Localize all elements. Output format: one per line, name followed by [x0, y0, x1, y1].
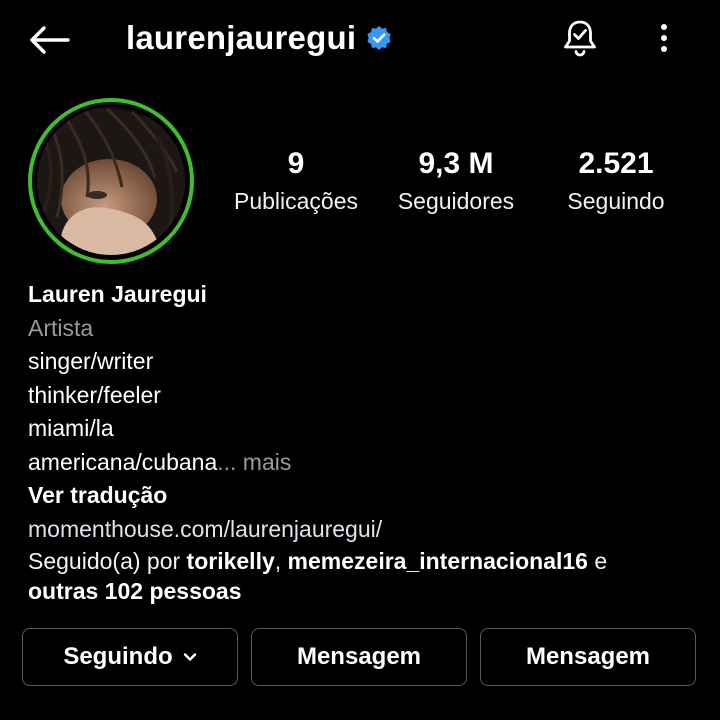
stat-posts[interactable]: 9 Publicações — [226, 146, 366, 216]
profile-avatar[interactable] — [28, 98, 194, 264]
follower-username[interactable]: memezeira_internacional16 — [288, 548, 588, 574]
more-options-button[interactable] — [644, 18, 684, 58]
stat-following[interactable]: 2.521 Seguindo — [556, 146, 676, 216]
message-button-label: Mensagem — [296, 643, 422, 670]
following-count: 2.521 — [578, 147, 654, 180]
notifications-button[interactable] — [558, 16, 602, 60]
verified-badge-icon — [366, 25, 392, 51]
bio-more-link[interactable]: ... mais — [217, 449, 291, 475]
followers-count: 9,3 M — [418, 147, 494, 180]
profile-category: Artista — [28, 314, 94, 341]
arrow-left-icon — [30, 26, 70, 54]
website-link[interactable]: momenthouse.com/laurenjauregui/ — [28, 513, 698, 547]
message-button[interactable]: Mensagem — [251, 628, 467, 686]
message-button-label: Mensagem — [525, 643, 651, 670]
bio-line-text: americana/cubana — [28, 448, 218, 475]
see-translation-link[interactable]: Ver tradução — [28, 479, 698, 513]
bio-line-last: americana/cubana... mais — [28, 446, 698, 480]
stat-followers[interactable]: 9,3 M Seguidores — [388, 146, 524, 216]
username-title: laurenjauregui — [126, 19, 357, 56]
notification-bell-icon — [564, 20, 596, 57]
message-button-secondary[interactable]: Mensagem — [480, 628, 696, 686]
bio-line: thinker/feeler — [28, 381, 161, 408]
posts-count: 9 — [287, 147, 305, 180]
followed-by-prefix: Seguido(a) por — [28, 548, 187, 574]
more-vertical-icon — [661, 24, 667, 52]
posts-label: Publicações — [233, 188, 359, 214]
bio-line: miami/la — [28, 415, 114, 441]
avatar-image — [37, 107, 185, 255]
following-button-label: Seguindo — [63, 643, 173, 670]
chevron-down-icon — [183, 652, 197, 662]
following-label: Seguindo — [567, 188, 665, 214]
display-name: Lauren Jauregui — [28, 281, 207, 307]
back-button[interactable] — [26, 22, 72, 58]
profile-bio: Lauren Jauregui Artista singer/writer th… — [28, 278, 698, 546]
following-button[interactable]: Seguindo — [22, 628, 238, 686]
followed-by-text[interactable]: Seguido(a) por torikelly, memezeira_inte… — [28, 546, 698, 606]
followers-label: Seguidores — [397, 188, 515, 214]
profile-username-header: laurenjauregui — [126, 18, 392, 58]
follower-username[interactable]: torikelly — [187, 548, 275, 574]
top-bar: laurenjauregui — [0, 0, 720, 78]
followed-by-and: e — [587, 548, 608, 574]
followed-by-separator: , — [274, 548, 288, 574]
bio-line: singer/writer — [28, 348, 154, 374]
followed-by-others[interactable]: outras 102 pessoas — [28, 578, 242, 604]
